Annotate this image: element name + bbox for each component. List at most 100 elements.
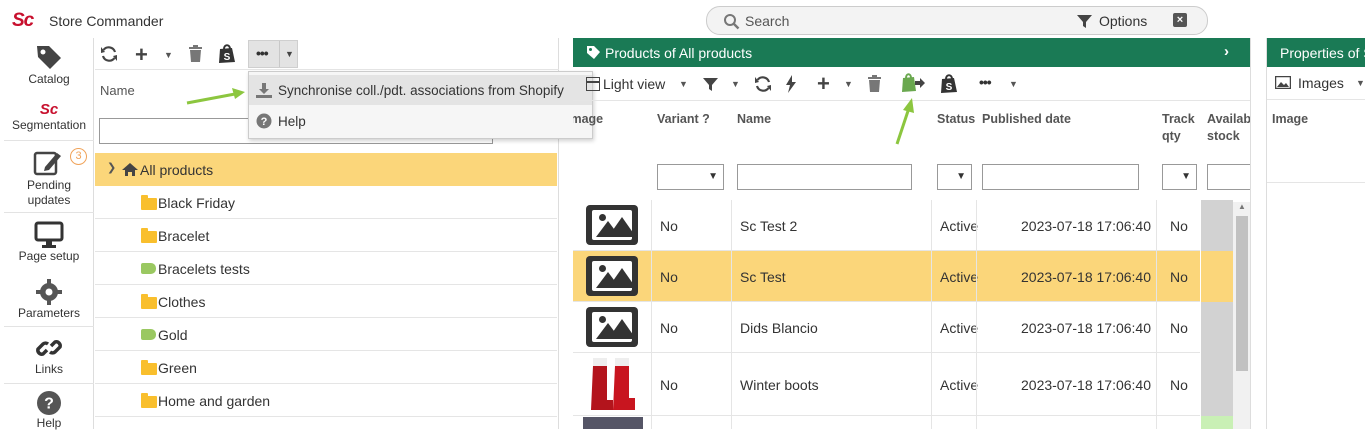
tree-row-all-products[interactable]: ❯ All products (95, 153, 557, 186)
filter-icon[interactable] (702, 76, 719, 93)
column-header-name[interactable]: Name (737, 111, 771, 128)
trash-icon[interactable] (867, 75, 882, 93)
tree-row[interactable]: Bracelets tests (95, 252, 557, 285)
tree-row[interactable]: Green (95, 351, 557, 384)
chevron-right-icon[interactable]: › (1224, 43, 1229, 60)
cell-status: Active (940, 320, 979, 336)
cell-variant: No (660, 218, 678, 234)
column-header-status[interactable]: Status (937, 111, 975, 128)
nav-pending-label: Pending updates (26, 178, 72, 207)
options-button[interactable]: Options (1099, 13, 1147, 29)
trash-icon[interactable] (188, 45, 203, 63)
chevron-down-icon: ▼ (1181, 171, 1191, 182)
add-chevron-down-icon[interactable]: ▼ (164, 50, 173, 60)
column-header-image[interactable]: Image (573, 111, 617, 128)
folder-icon (141, 195, 157, 210)
tree-row[interactable]: Home and garden (95, 384, 557, 417)
more-icon[interactable]: ••• (979, 74, 992, 90)
more-chevron-down-icon (279, 41, 280, 67)
shopify-icon[interactable]: S (218, 43, 236, 64)
nav-divider (4, 383, 94, 384)
variant-filter-select[interactable]: ▼ (657, 164, 724, 190)
segmentation-logo-icon: Sc (39, 101, 59, 118)
image-placeholder-icon (586, 307, 638, 347)
app-logo[interactable]: Sc (12, 10, 34, 32)
more-actions-button[interactable]: ••• ▼ (248, 40, 298, 68)
view-chevron-down-icon[interactable]: ▼ (679, 79, 688, 89)
category-toolbar: + ▼ S ••• ▼ (95, 38, 559, 70)
table-row[interactable]: No Dids Blancio Active 2023-07-18 17:06:… (573, 302, 1200, 353)
boots-thumbnail (591, 358, 635, 410)
tree-row[interactable]: Black Friday (95, 186, 557, 219)
cell-published: 2023-07-18 17:06:40 (1021, 218, 1151, 234)
refresh-icon[interactable] (100, 45, 118, 63)
nav-help[interactable]: ? Help (4, 390, 94, 431)
column-header-track-qty[interactable]: Track qty (1162, 111, 1195, 145)
more-chevron-down-icon[interactable]: ▼ (1009, 79, 1018, 89)
nav-parameters[interactable]: Parameters (4, 278, 94, 321)
add-chevron-down-icon[interactable]: ▼ (844, 79, 853, 89)
close-search-icon[interactable]: × (1173, 13, 1187, 27)
column-header-published[interactable]: Published date (982, 111, 1071, 128)
shopify-icon[interactable]: S (940, 73, 958, 94)
nav-catalog[interactable]: Catalog (4, 42, 94, 87)
left-navigation: Catalog Sc Segmentation 3 Pending update… (4, 38, 94, 431)
column-header-stock[interactable]: Available stock (1207, 111, 1250, 145)
tree-label: All products (140, 162, 214, 178)
search-bar[interactable]: Search Options × (706, 6, 1208, 35)
track-filter-select[interactable]: ▼ (1162, 164, 1197, 190)
status-filter-select[interactable]: ▼ (937, 164, 972, 190)
add-icon[interactable]: + (135, 42, 148, 68)
column-header-track-line1: Track (1162, 112, 1195, 126)
help-icon: ? (37, 391, 61, 415)
scrollbar-thumb[interactable] (1236, 216, 1248, 371)
properties-panel: Properties of S Images ▼ Image (1266, 38, 1365, 429)
tag-icon (37, 46, 61, 69)
tree-label: Black Friday (158, 195, 236, 211)
stock-filter-input[interactable] (1207, 164, 1250, 190)
column-header-variant[interactable]: Variant ? (657, 111, 710, 128)
stock-cell (1201, 251, 1233, 302)
tree-row[interactable]: Clothes (95, 285, 557, 318)
scroll-up-icon[interactable]: ▲ (1238, 202, 1246, 211)
nav-links[interactable]: Links (4, 334, 94, 377)
cell-variant: No (660, 320, 678, 336)
filter-chevron-down-icon[interactable]: ▼ (731, 79, 740, 89)
search-input[interactable]: Search (745, 13, 789, 29)
grid-view-icon (586, 77, 600, 91)
tag-icon (587, 46, 600, 59)
top-bar: Sc Store Commander Search Options × (0, 0, 1365, 38)
menu-item-help[interactable]: ? Help (249, 106, 592, 136)
tree-row[interactable]: Gold (95, 318, 557, 351)
add-icon[interactable]: + (817, 71, 830, 97)
view-selector[interactable]: Light view (603, 76, 665, 92)
folder-icon (141, 360, 157, 375)
tree-row[interactable]: Bracelet (95, 219, 557, 252)
table-row-selected[interactable]: No Sc Test Active 2023-07-18 17:06:40 No (573, 251, 1200, 302)
properties-view-selector[interactable]: Images (1298, 75, 1344, 91)
column-header-image[interactable]: Image (1272, 111, 1308, 128)
menu-item-label: Help (278, 114, 306, 129)
lightning-icon[interactable] (785, 75, 797, 93)
nav-segmentation[interactable]: Sc Segmentation (4, 101, 94, 133)
column-divider (976, 200, 977, 429)
published-filter-input[interactable] (982, 164, 1139, 190)
cell-track: No (1170, 377, 1188, 393)
nav-pending-updates[interactable]: 3 Pending updates (4, 148, 94, 208)
menu-item-sync-shopify[interactable]: Synchronise coll./pdt. associations from… (249, 75, 592, 105)
table-row[interactable]: No Sc Test 2 Active 2023-07-18 17:06:40 … (573, 200, 1200, 251)
tag-icon (141, 263, 156, 274)
column-divider (651, 200, 652, 429)
shopify-export-icon[interactable] (901, 73, 925, 93)
folder-icon (141, 294, 157, 309)
name-filter-input[interactable] (737, 164, 912, 190)
stock-cell (1201, 200, 1233, 251)
nav-page-setup[interactable]: Page setup (4, 221, 94, 264)
more-actions-menu: Synchronise coll./pdt. associations from… (248, 71, 593, 139)
table-row[interactable]: No Winter boots Active 2023-07-18 17:06:… (573, 353, 1200, 416)
chevron-down-icon[interactable]: ❯ (107, 161, 116, 174)
chevron-down-icon[interactable]: ▼ (1356, 78, 1365, 88)
column-divider (731, 200, 732, 429)
annotation-arrow-menu (186, 88, 245, 105)
refresh-icon[interactable] (754, 75, 772, 93)
